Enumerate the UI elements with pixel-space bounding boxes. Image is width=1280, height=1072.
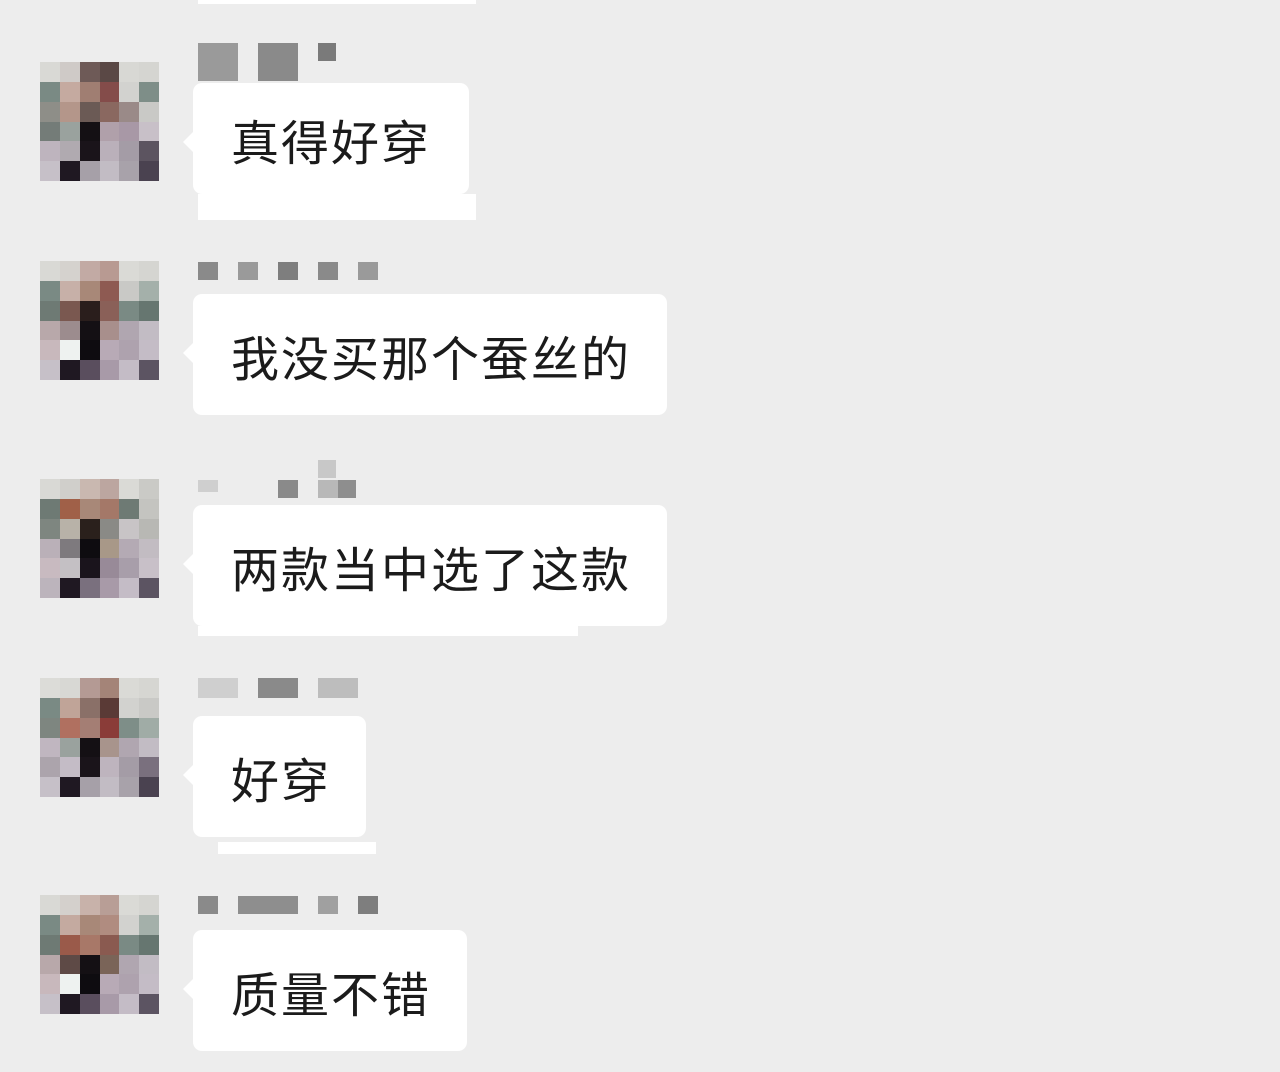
avatar[interactable] (40, 895, 159, 1014)
bubble-edge (198, 194, 476, 220)
message-bubble[interactable]: 真得好穿 (182, 83, 470, 194)
message-text: 真得好穿 (231, 115, 432, 172)
bubble-edge (198, 626, 578, 636)
message-bubble[interactable]: 我没买那个蚕丝的 (183, 294, 667, 415)
message-text: 好穿 (231, 753, 332, 810)
message-text: 两款当中选了这款 (231, 542, 632, 599)
bubble-edge (218, 842, 376, 854)
message-bubble[interactable]: 好穿 (183, 716, 366, 837)
avatar[interactable] (40, 261, 159, 380)
previous-bubble-edge (198, 0, 476, 4)
avatar[interactable] (40, 62, 159, 181)
message-text: 质量不错 (231, 967, 432, 1024)
message-bubble[interactable]: 两款当中选了这款 (183, 505, 667, 626)
avatar[interactable] (40, 678, 159, 797)
message-text: 我没买那个蚕丝的 (231, 331, 632, 388)
avatar[interactable] (40, 479, 159, 598)
message-bubble[interactable]: 质量不错 (183, 930, 467, 1051)
chat-history[interactable]: 真得好穿 我没买那个蚕丝的 两款当中选了这款 好穿 质量不错 (0, 0, 1280, 1072)
